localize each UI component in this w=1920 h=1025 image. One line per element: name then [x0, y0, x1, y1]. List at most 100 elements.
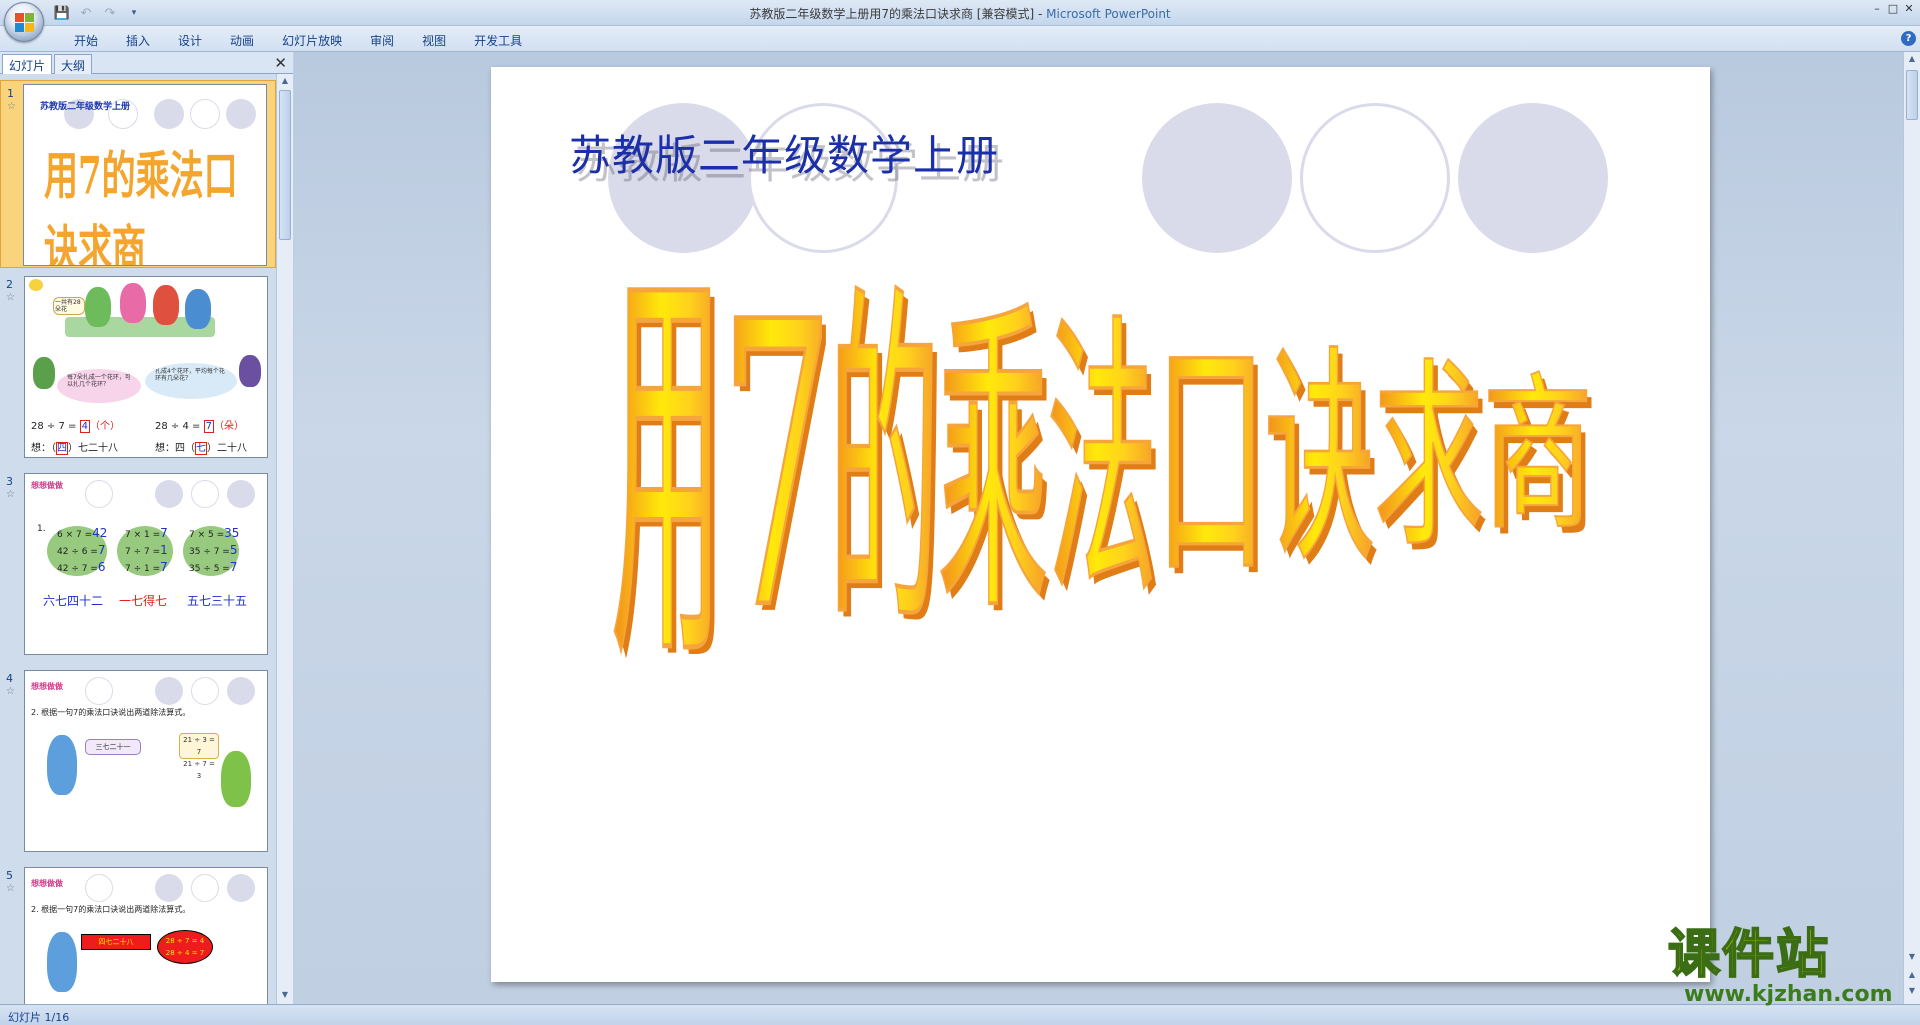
speech-bubble: 扎成4个花环，平均每个花环有几朵花？ — [145, 363, 237, 399]
help-icon[interactable]: ? — [1901, 31, 1916, 46]
boy-illustration — [47, 932, 77, 992]
svg-text:诀: 诀 — [1264, 323, 1375, 593]
scroll-thumb[interactable] — [279, 90, 291, 240]
thumbnail-row-3[interactable]: 3 ☆ 想想做做 1. 6 × 7 =42 42 ÷ 6 =7 42 ÷ 7 =… — [0, 469, 276, 657]
restore-icon[interactable]: □ — [1886, 2, 1900, 16]
title-separator: - — [1034, 7, 1047, 21]
slide-thumbnail-4[interactable]: 想想做做 2. 根据一句7的乘法口诀说出两道除法算式。 三七二十一 21 ÷ 3… — [24, 670, 268, 852]
slides-pane: 幻灯片 大纲 ✕ 1 ☆ 苏教版二年级数学上册 用7的乘法口诀求商 2 ☆ 一共… — [0, 52, 293, 1004]
title-bar: 💾 ↶ ↷ ▾ 苏教版二年级数学上册用7的乘法口诀求商 [兼容模式] - Mic… — [0, 0, 1920, 26]
svg-text:乘: 乘 — [938, 273, 1049, 655]
wordart-char: 乘乘 — [937, 272, 1054, 662]
slide-number: 1 — [7, 87, 14, 100]
thumbnail-scrollbar[interactable]: ▲ ▼ — [276, 74, 293, 1004]
office-button[interactable] — [4, 2, 44, 42]
slide-number: 5 — [6, 869, 13, 882]
tab-developer[interactable]: 开发工具 — [460, 30, 536, 50]
ribbon-tabs: 开始 插入 设计 动画 幻灯片放映 审阅 视图 开发工具 — [60, 30, 536, 50]
dinosaur-illustration — [239, 355, 261, 387]
decor-circle — [191, 874, 219, 902]
section-label: 想想做做 — [31, 682, 63, 691]
child-illustration — [185, 289, 211, 329]
equation-right: 28 ÷ 4 = 7 （朵） — [155, 420, 244, 433]
speech-bubble: 三七二十一 — [85, 739, 141, 755]
section-label: 想想做做 — [31, 481, 63, 490]
scroll-thumb[interactable] — [1906, 70, 1918, 120]
decor-circle — [85, 874, 113, 902]
previous-slide-icon[interactable]: ▲ — [1906, 970, 1918, 982]
scroll-up-icon[interactable]: ▲ — [279, 76, 291, 88]
bubble-line: 21 ÷ 3 = 7 — [183, 736, 215, 756]
thumbnail-row-1[interactable]: 1 ☆ 苏教版二年级数学上册 用7的乘法口诀求商 — [0, 80, 276, 268]
tab-design[interactable]: 设计 — [164, 30, 216, 50]
animation-star-icon: ☆ — [7, 101, 16, 112]
svg-text:法: 法 — [1047, 290, 1158, 634]
slide-thumbnail-5[interactable]: 想想做做 2. 根据一句7的乘法口诀说出两道除法算式。 四七二十八 28 ÷ 7… — [24, 867, 268, 1004]
section-label: 想想做做 — [31, 879, 63, 888]
thumbnail-wordart: 用7的乘法口诀求商 — [44, 147, 238, 266]
wordart-char: 诀诀 — [1263, 322, 1380, 600]
scroll-down-icon[interactable]: ▼ — [279, 990, 291, 1002]
bubble-line: 28 ÷ 4 = 7 — [165, 949, 205, 957]
dinosaur-illustration — [33, 357, 55, 389]
speech-bubble: 每7朵扎成一个花环，可以扎几个花环？ — [57, 369, 141, 403]
svg-text:用: 用 — [611, 223, 722, 715]
slide-thumbnail-1[interactable]: 苏教版二年级数学上册 用7的乘法口诀求商 — [23, 84, 267, 266]
close-icon[interactable]: ✕ — [1902, 2, 1916, 16]
slide-thumbnail-3[interactable]: 想想做做 1. 6 × 7 =42 42 ÷ 6 =7 42 ÷ 7 =6 7 … — [24, 473, 268, 655]
rhyme-1: 六七四十二 — [43, 594, 104, 608]
scroll-up-icon[interactable]: ▲ — [1906, 54, 1918, 66]
thumbnail-row-2[interactable]: 2 ☆ 一共有28朵花 每7朵扎成一个花环，可以扎几个花环？ 扎成4个花环，平均… — [0, 272, 276, 460]
slide-thumbnail-2[interactable]: 一共有28朵花 每7朵扎成一个花环，可以扎几个花环？ 扎成4个花环，平均每个花环… — [24, 276, 268, 458]
scroll-down-icon[interactable]: ▼ — [1906, 952, 1918, 964]
minimize-icon[interactable]: – — [1870, 2, 1884, 16]
slide-number: 4 — [6, 672, 13, 685]
wordart-char: 求求 — [1372, 341, 1489, 581]
wordart-char: 商商 — [1481, 357, 1598, 561]
svg-text:的: 的 — [829, 256, 940, 675]
wordart-char: 法法 — [1045, 289, 1162, 641]
editor-scrollbar[interactable]: ▲ ▼ ▲ ▼ — [1903, 52, 1920, 1004]
boy-illustration — [47, 735, 77, 795]
pane-tabs: 幻灯片 大纲 ✕ — [0, 52, 293, 74]
thumbnail-row-4[interactable]: 4 ☆ 想想做做 2. 根据一句7的乘法口诀说出两道除法算式。 三七二十一 21… — [0, 666, 276, 854]
tab-outline[interactable]: 大纲 — [54, 54, 93, 74]
speech-bubble: 一共有28朵花 — [53, 297, 85, 315]
tab-insert[interactable]: 插入 — [112, 30, 164, 50]
tab-home[interactable]: 开始 — [60, 30, 112, 50]
decor-circle — [85, 480, 113, 508]
blob2-equations: 7 × 1 =7 7 ÷ 7 =1 7 ÷ 1 =7 — [125, 526, 168, 574]
ribbon: 开始 插入 设计 动画 幻灯片放映 审阅 视图 开发工具 ? — [0, 26, 1920, 52]
rhyme-3: 五七三十五 — [187, 594, 248, 608]
bubble-line: 21 ÷ 7 = 3 — [183, 760, 215, 780]
tab-slides[interactable]: 幻灯片 — [2, 54, 53, 74]
slide-number: 2 — [6, 278, 13, 291]
child-illustration — [120, 283, 146, 323]
tab-animations[interactable]: 动画 — [216, 30, 268, 50]
animation-star-icon: ☆ — [6, 292, 15, 303]
animation-star-icon: ☆ — [6, 489, 15, 500]
tab-view[interactable]: 视图 — [408, 30, 460, 50]
girl-illustration — [221, 751, 251, 807]
thumbnail-row-5[interactable]: 5 ☆ 想想做做 2. 根据一句7的乘法口诀说出两道除法算式。 四七二十八 28… — [0, 863, 276, 1004]
slide-number: 3 — [6, 475, 13, 488]
wordart-characters: 用用 77 的的 乘乘 法法 口口 诀诀 求求 商商 — [610, 222, 1598, 723]
bubble-line: 28 ÷ 7 = 4 — [165, 937, 205, 945]
window-controls: – □ ✕ — [1870, 2, 1916, 16]
rhyme-2: 一七得七 — [119, 594, 168, 608]
wordart-char: 口口 — [1154, 306, 1271, 622]
blob3-equations: 7 × 5 =35 35 ÷ 7 =5 35 ÷ 5 =7 — [189, 526, 240, 574]
close-icon[interactable]: ✕ — [274, 54, 287, 72]
decor-circle — [155, 480, 183, 508]
next-slide-icon[interactable]: ▼ — [1906, 986, 1918, 998]
wordart-title[interactable]: 用用 77 的的 乘乘 法法 口口 诀诀 求求 商商 — [491, 67, 1710, 982]
task-text: 2. 根据一句7的乘法口诀说出两道除法算式。 — [31, 708, 191, 717]
tab-review[interactable]: 审阅 — [356, 30, 408, 50]
current-slide[interactable]: 苏教版二年级数学上册 用用77的的乘乘法法口口诀诀求求商商 — [491, 67, 1710, 982]
office-logo-icon — [15, 13, 35, 33]
decor-circle — [155, 677, 183, 705]
think-right: 想：四（七）二十八 — [155, 442, 247, 455]
tab-slideshow[interactable]: 幻灯片放映 — [268, 30, 356, 50]
blob1-equations: 6 × 7 =42 42 ÷ 6 =7 42 ÷ 7 =6 — [57, 526, 108, 574]
child-illustration — [85, 287, 111, 327]
